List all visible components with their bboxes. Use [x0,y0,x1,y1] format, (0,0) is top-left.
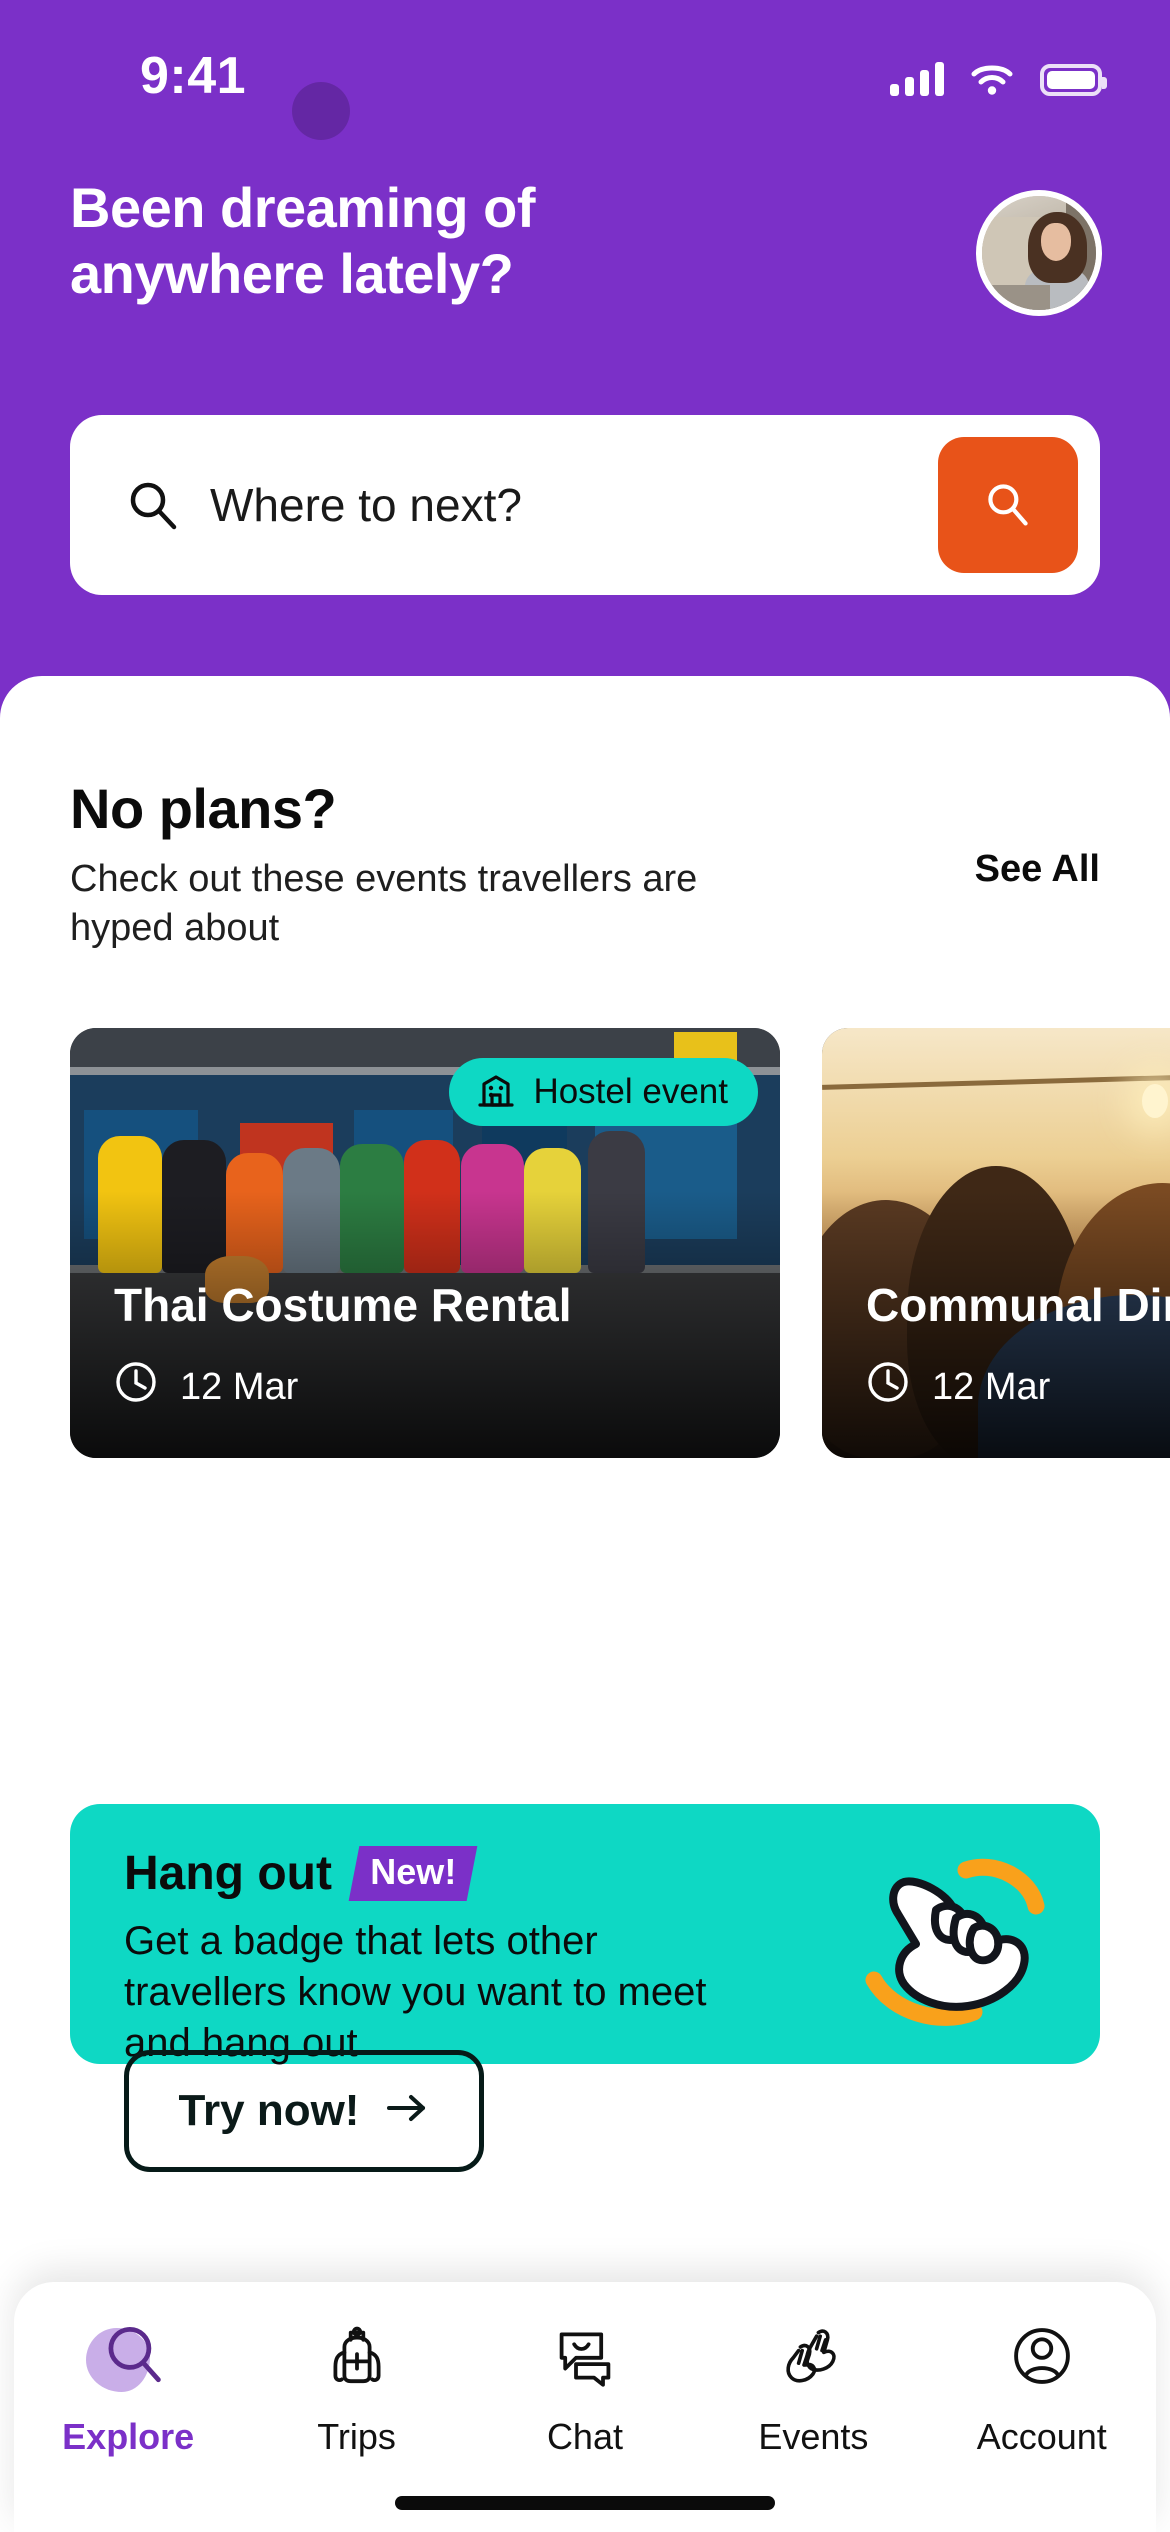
status-bar: 9:41 [0,0,1170,140]
nav-label: Trips [317,2416,396,2457]
new-badge-label: New! [370,1851,457,1892]
hostel-building-icon [475,1069,517,1116]
status-clock: 9:41 [140,47,247,105]
event-card-date: 12 Mar [866,1360,1050,1414]
new-badge: New! [348,1846,478,1901]
nav-label: Account [976,2416,1107,2457]
battery-icon [1040,64,1107,96]
clapping-hands-icon [769,2316,857,2396]
nav-label: Chat [546,2416,623,2457]
page-title: Been dreaming of anywhere lately? [70,176,535,306]
bottom-navigation[interactable]: Explore Trips Chat Events Account [14,2282,1156,2532]
event-card-title: Thai Costume Rental [114,1279,572,1331]
nav-item-explore[interactable]: Explore [33,2316,223,2458]
nav-item-events[interactable]: Events [718,2316,908,2458]
hang-out-promo-banner[interactable]: Hang out New! Get a badge that lets othe… [70,1804,1100,2172]
home-indicator [395,2496,775,2510]
event-card-title: Communal Dinner [866,1279,1170,1331]
clock-icon [866,1360,910,1414]
search-submit-button[interactable] [938,437,1078,573]
event-card-date: 12 Mar [114,1360,298,1414]
status-icons [890,52,1107,96]
section-title: No plans? [70,777,337,840]
app-screen: 9:41 Been dreaming of anywhere lately? W… [0,0,1170,2532]
search-input[interactable]: Where to next? [210,478,522,532]
promo-title: Hang out [124,1847,332,1900]
nav-item-account[interactable]: Account [947,2316,1137,2458]
try-now-button[interactable]: Try now! [124,2050,484,2172]
events-section-header: No plans? Check out these events travell… [70,776,1100,952]
event-card-date-label: 12 Mar [180,1365,299,1408]
backpack-icon [313,2316,401,2396]
chat-bubbles-icon [541,2316,629,2396]
shaka-hand-icon [858,1840,1058,2030]
section-subtitle: Check out these events travellers are hy… [70,858,698,949]
wifi-icon [970,62,1014,96]
nav-label: Explore [62,2416,195,2457]
try-now-label: Try now! [178,2086,360,2135]
nav-item-trips[interactable]: Trips [262,2316,452,2458]
event-badge-label: Hostel event [533,1072,728,1111]
see-all-link[interactable]: See All [975,848,1100,891]
camera-punch-hole [292,82,350,140]
search-icon [126,478,180,532]
promo-title-row: Hang out New! [124,1846,478,1901]
nav-label: Events [758,2416,869,2457]
person-circle-icon [998,2316,1086,2396]
arrow-right-icon [385,2086,429,2136]
event-card[interactable]: Hostel event Communal Dinner 12 Mar [822,1028,1170,1458]
content-sheet: No plans? Check out these events travell… [0,676,1170,2532]
nav-item-chat[interactable]: Chat [490,2316,680,2458]
search-icon [983,479,1033,532]
avatar-photo [982,196,1096,310]
event-card[interactable]: Hostel event Thai Costume Rental 12 Mar [70,1028,780,1458]
clock-icon [114,1360,158,1414]
event-badge: Hostel event [449,1058,758,1126]
avatar[interactable] [976,190,1102,316]
event-card-list[interactable]: Hostel event Thai Costume Rental 12 Mar [70,1028,1170,1458]
promo-description: Get a badge that lets other travellers k… [124,1919,707,2066]
cellular-signal-icon [890,62,944,96]
magnifier-icon [84,2316,172,2396]
search-bar[interactable]: Where to next? [70,415,1100,595]
event-card-date-label: 12 Mar [932,1365,1051,1408]
